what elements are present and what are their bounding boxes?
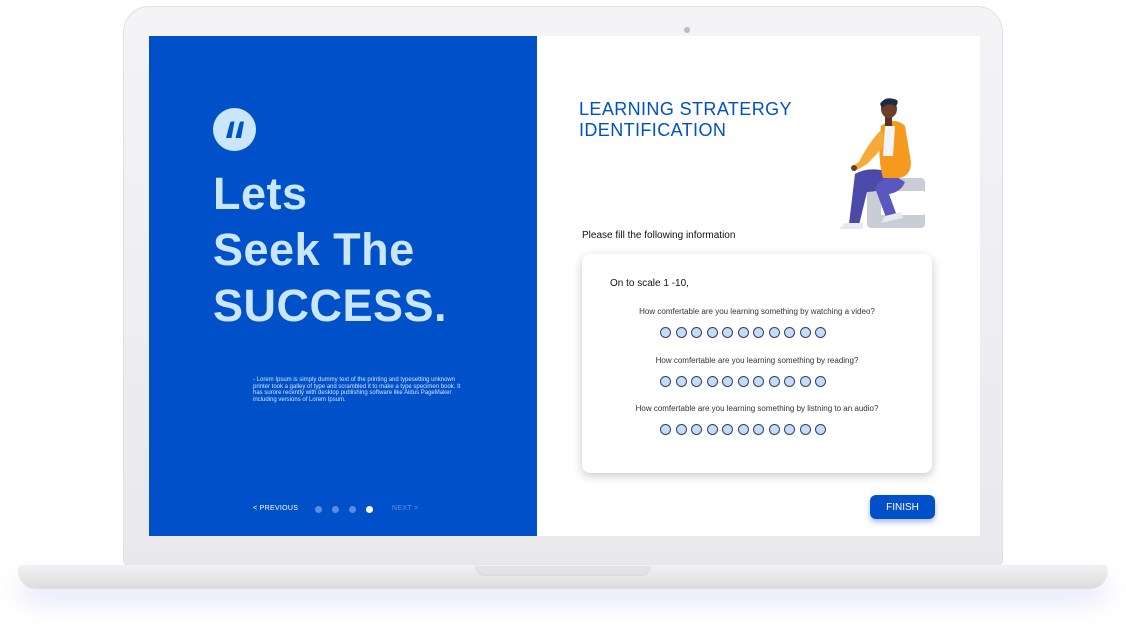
headline-line-3: SUCCESS. <box>213 280 448 331</box>
rating-radio[interactable] <box>784 376 795 387</box>
question-video: How comfertable are you learning somethi… <box>639 307 875 316</box>
rating-radio[interactable] <box>753 376 764 387</box>
rating-row-audio <box>660 424 826 435</box>
rating-row-video <box>660 327 826 338</box>
rating-radio[interactable] <box>753 327 764 338</box>
rating-radio[interactable] <box>691 424 702 435</box>
scale-title: On to scale 1 -10, <box>610 278 689 289</box>
rating-radio[interactable] <box>815 327 826 338</box>
pager-dot[interactable] <box>315 506 322 513</box>
rating-radio[interactable] <box>737 327 749 338</box>
rating-radio[interactable] <box>799 424 811 435</box>
rating-radio[interactable] <box>768 327 780 338</box>
rating-radio[interactable] <box>722 327 733 338</box>
person-illustration <box>809 96 929 231</box>
rating-radio[interactable] <box>706 327 718 338</box>
rating-radio[interactable] <box>799 327 811 338</box>
camera-icon <box>684 27 690 33</box>
rating-radio[interactable] <box>768 424 780 435</box>
rating-radio[interactable] <box>675 327 687 338</box>
rating-radio[interactable] <box>660 327 671 338</box>
rating-radio[interactable] <box>706 424 718 435</box>
rating-radio[interactable] <box>815 424 826 435</box>
pager-dot[interactable] <box>366 506 373 513</box>
quote-icon <box>213 108 256 151</box>
rating-radio[interactable] <box>706 376 718 387</box>
rating-radio[interactable] <box>722 424 733 435</box>
rating-radio[interactable] <box>815 376 826 387</box>
headline-line-2: Seek The <box>213 224 415 275</box>
next-button[interactable]: NEXT > <box>392 505 418 512</box>
hero-panel: Lets Seek The SUCCESS. - Lorem Ipsum is … <box>149 36 537 536</box>
pager-dots <box>315 506 373 513</box>
app-screen: Lets Seek The SUCCESS. - Lorem Ipsum is … <box>149 36 980 536</box>
rating-radio[interactable] <box>675 376 687 387</box>
rating-radio[interactable] <box>753 424 764 435</box>
rating-radio[interactable] <box>691 327 702 338</box>
rating-radio[interactable] <box>737 376 749 387</box>
rating-row-reading <box>660 376 826 387</box>
question-audio: How comfertable are you learning somethi… <box>635 404 879 413</box>
rating-radio[interactable] <box>722 376 733 387</box>
rating-radio[interactable] <box>660 424 671 435</box>
form-instruction: Please fill the following information <box>582 230 736 241</box>
rating-radio[interactable] <box>784 424 795 435</box>
title-line-1: LEARNING STRATERGY <box>579 99 792 119</box>
question-reading: How comfertable are you learning somethi… <box>655 356 859 365</box>
pager-dot[interactable] <box>332 506 339 513</box>
title-line-2: IDENTIFICATION <box>579 120 727 140</box>
rating-radio[interactable] <box>675 424 687 435</box>
rating-radio[interactable] <box>799 376 811 387</box>
pager-dot[interactable] <box>349 506 356 513</box>
rating-card: On to scale 1 -10, How comfertable are y… <box>582 254 932 473</box>
hero-headline: Lets Seek The SUCCESS. <box>213 166 447 334</box>
page-title: LEARNING STRATERGY IDENTIFICATION <box>579 99 792 141</box>
rating-radio[interactable] <box>737 424 749 435</box>
laptop-notch <box>475 566 651 576</box>
finish-button[interactable]: FINISH <box>870 495 935 519</box>
rating-radio[interactable] <box>660 376 671 387</box>
rating-radio[interactable] <box>784 327 795 338</box>
rating-radio[interactable] <box>691 376 702 387</box>
previous-button[interactable]: < PREVIOUS <box>253 505 298 512</box>
pager: < PREVIOUS NEXT > <box>253 504 433 516</box>
rating-radio[interactable] <box>768 376 780 387</box>
headline-line-1: Lets <box>213 168 308 219</box>
hero-description: - Lorem Ipsum is simply dummy text of th… <box>253 377 461 403</box>
